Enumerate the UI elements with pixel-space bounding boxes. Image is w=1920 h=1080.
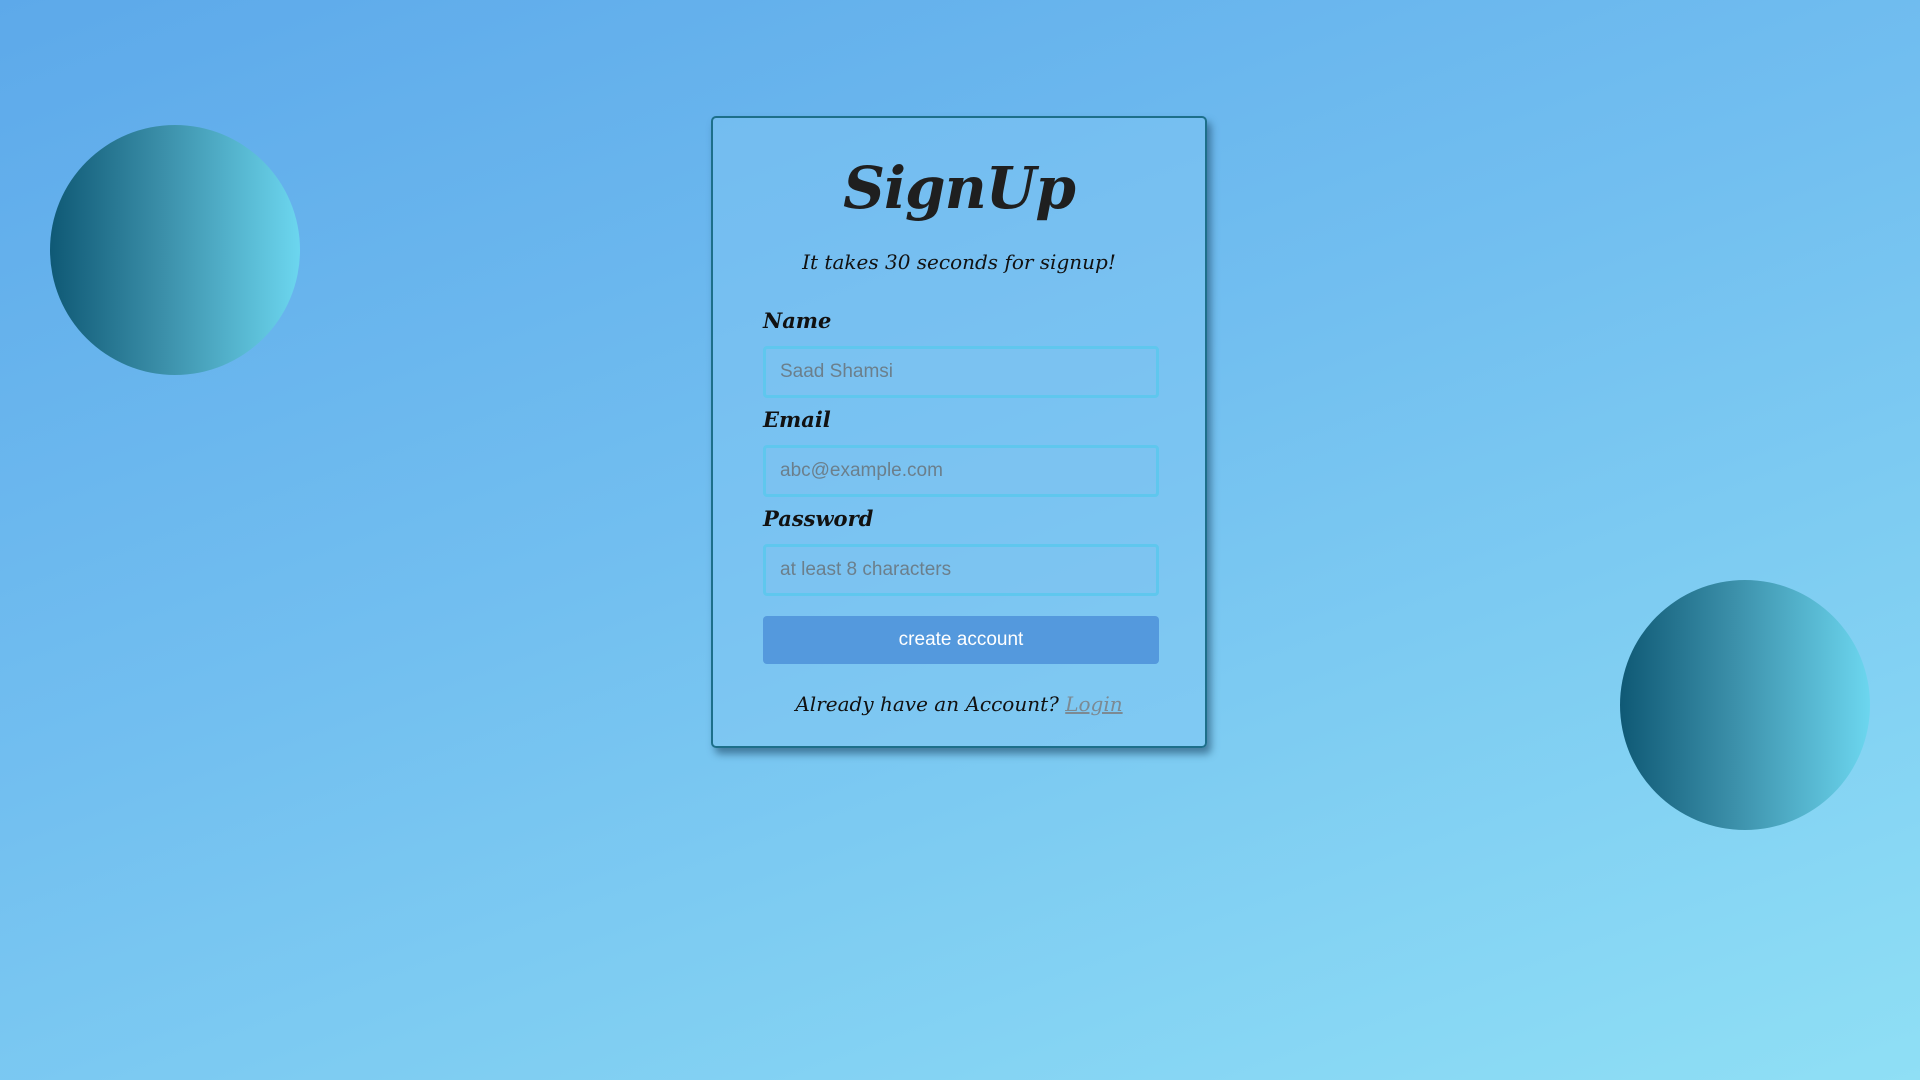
create-account-button[interactable]: create account xyxy=(763,616,1159,664)
signup-card: SignUp It takes 30 seconds for signup! N… xyxy=(711,116,1207,748)
name-label: Name xyxy=(763,308,832,333)
email-label: Email xyxy=(763,407,831,432)
login-prompt-text: Already have an Account? xyxy=(795,692,1059,716)
password-label: Password xyxy=(763,506,874,531)
page-subtitle: It takes 30 seconds for signup! xyxy=(802,250,1116,274)
email-input[interactable] xyxy=(763,445,1159,497)
login-prompt: Already have an Account? Login xyxy=(713,692,1205,716)
decorative-circle-left xyxy=(50,125,300,375)
decorative-circle-right xyxy=(1620,580,1870,830)
page-title: SignUp xyxy=(843,154,1076,222)
login-link[interactable]: Login xyxy=(1065,692,1122,716)
name-input[interactable] xyxy=(763,346,1159,398)
password-input[interactable] xyxy=(763,544,1159,596)
